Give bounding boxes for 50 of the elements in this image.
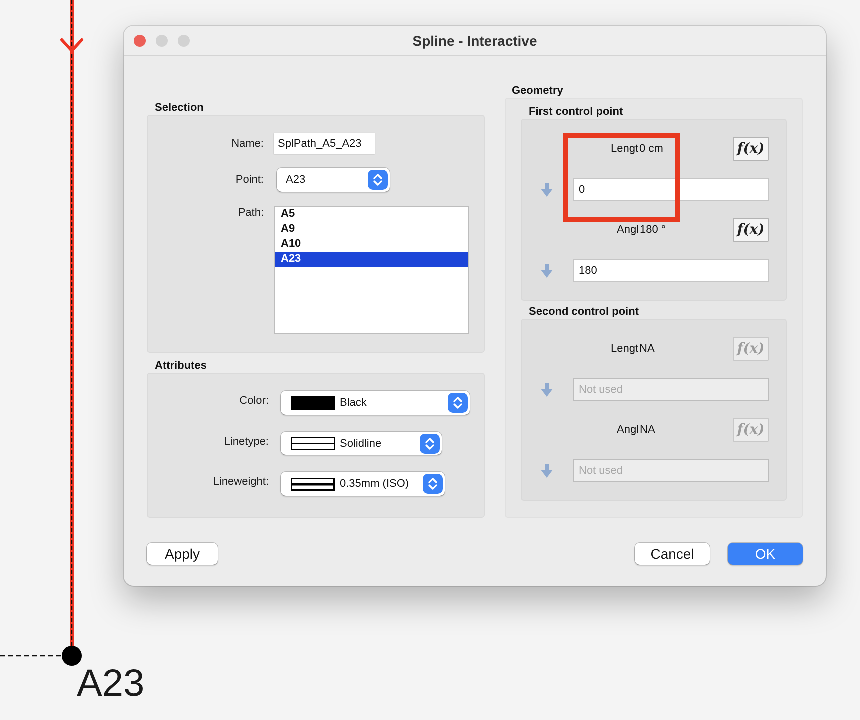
line-preview-icon [291,478,335,490]
list-item[interactable]: A10 [275,237,468,252]
field-value: 0 cm [640,143,664,155]
field-label: Name: [232,138,264,150]
formula-button[interactable]: f(x) [733,137,769,161]
down-arrow-icon[interactable] [541,264,553,278]
group-title: Geometry [511,84,564,98]
list-item[interactable]: A9 [275,222,468,237]
field-label: Angl [617,224,640,236]
down-arrow-icon[interactable] [541,182,553,196]
stepper-icon [423,474,443,494]
lineweight-dropdown[interactable]: 0.35mm (ISO) [281,472,445,496]
zoom-button[interactable] [178,34,190,46]
dashed-line [0,655,61,657]
field-label: Point: [236,174,264,186]
cancel-button[interactable]: Cancel [635,543,710,565]
list-item[interactable]: A23 [275,252,468,267]
linetype-dropdown[interactable]: Solidline [281,432,442,455]
close-button[interactable] [134,34,146,46]
point-marker [62,646,82,666]
group-title: Second control point [528,305,640,319]
field-label: Lengt [611,143,639,155]
field-value: NA [640,343,655,355]
input-field[interactable]: 180 [573,259,769,282]
group-title: First control point [528,105,624,119]
field-label: Angl [617,424,640,436]
apply-button[interactable]: Apply [147,543,218,565]
field-label: Path: [238,206,264,219]
group-title: Selection [154,101,205,115]
line-preview-icon [291,437,335,450]
formula-button[interactable]: f(x) [733,218,769,242]
point-dropdown[interactable]: A23 [277,168,390,192]
color-dropdown[interactable]: Black [281,391,470,415]
group-title: Attributes [154,359,208,373]
window-title: Spline - Interactive [412,32,538,48]
field-label: Color: [240,394,269,407]
field-value: 180 ° [640,224,666,236]
name-field[interactable]: SplPath_A5_A23 [274,133,375,154]
field-value: NA [640,424,656,436]
ok-button[interactable]: OK [728,543,803,565]
stepper-icon [420,434,440,454]
list-item[interactable]: A5 [275,207,468,222]
minimize-button[interactable] [156,34,168,46]
field-label: Lineweight: [213,475,269,488]
field-label: Lengt [611,343,639,355]
input-field[interactable]: 0 [573,178,769,201]
point-label: A23 [77,662,145,706]
field-label: Linetype: [224,435,269,448]
stepper-icon [368,170,388,190]
stepper-icon [448,393,468,413]
